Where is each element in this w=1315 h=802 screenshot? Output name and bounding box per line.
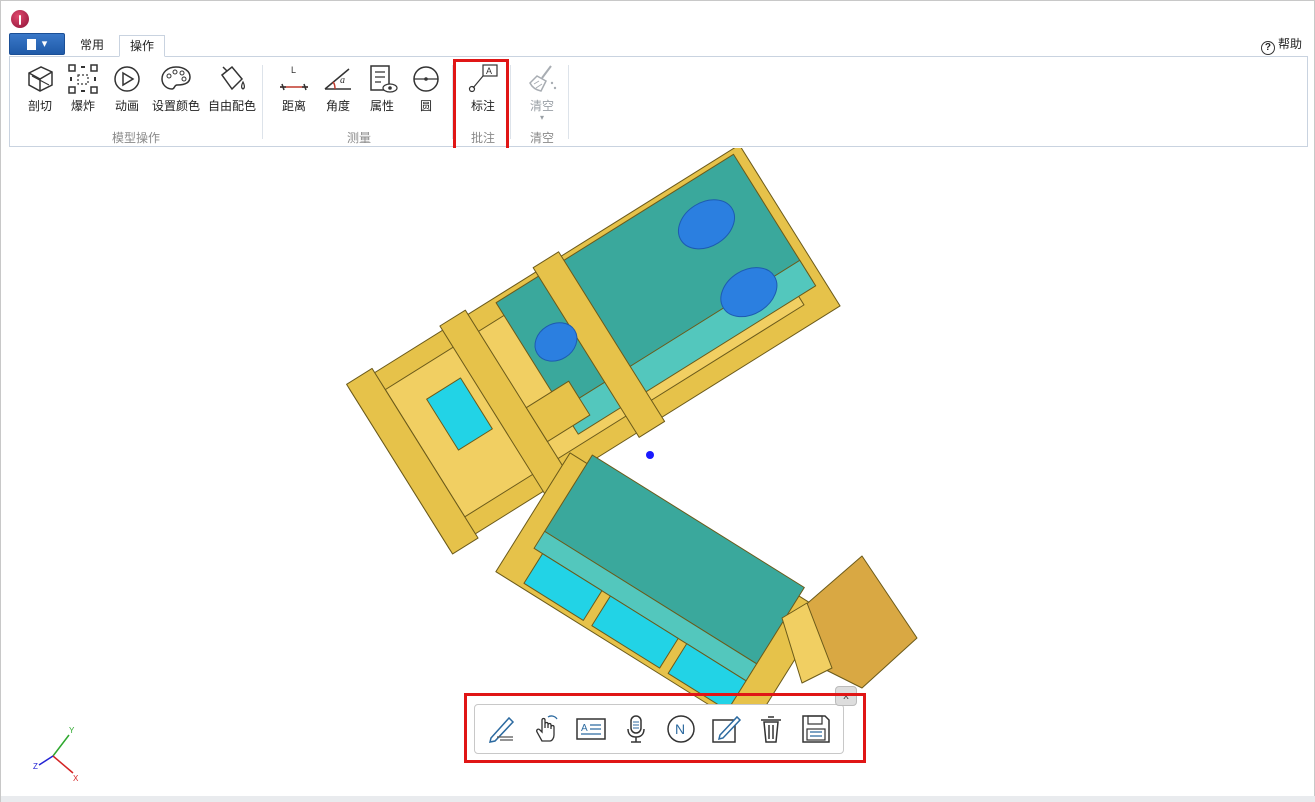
animation-play-icon [114,66,140,92]
title-bar [1,1,1314,31]
distance-label: 距离 [281,99,306,113]
set-color-button[interactable]: 设置颜色 [150,61,202,117]
explode-icon [68,64,98,94]
ribbon-separator [510,65,511,139]
circle-button[interactable]: 圆 [406,61,446,117]
dropdown-arrow-icon: ▾ [41,38,48,50]
explode-label: 爆炸 [70,99,95,113]
annotation-icon: A [468,64,498,93]
ribbon-separator [568,65,569,139]
group-label-clear: 清空 [529,131,554,145]
help-button[interactable]: ? 帮助 [1260,34,1302,55]
ribbon-separator [262,65,263,139]
edit-pencil-icon[interactable] [710,713,742,745]
3d-model[interactable] [2,148,1313,796]
annotation-label: 标注 [470,99,495,113]
section-cut-icon [28,66,53,92]
properties-icon [370,65,398,93]
ribbon-separator [452,65,453,139]
status-strip [1,796,1315,802]
angle-label: 角度 [325,99,350,113]
group-clear: 清空 ▾ 清空 [518,57,566,146]
delete-trash-icon[interactable] [755,713,787,745]
svg-text:A: A [486,66,492,76]
tab-row: ▾ 常用 操作 ? 帮助 [1,31,1314,57]
tab-operations[interactable]: 操作 [119,35,165,57]
svg-text:a: a [340,75,345,86]
angle-button[interactable]: a 角度 [318,61,358,117]
text-note-icon[interactable]: A [575,713,607,745]
animation-button[interactable]: 动画 [107,61,147,117]
section-cut-button[interactable]: 剖切 [20,61,60,117]
animation-label: 动画 [114,99,139,113]
axis-label-y: Y [69,726,75,735]
application-window: ▾ 常用 操作 ? 帮助 剖切 爆炸 动画 设置颜色 自由配色 模型操作 L 距… [0,0,1315,802]
set-color-label: 设置颜色 [151,99,200,113]
3d-viewport[interactable] [2,148,1313,796]
explode-button[interactable]: 爆炸 [63,61,103,117]
angle-measure-icon: a [324,68,351,90]
section-cut-label: 剖切 [27,99,52,113]
annotation-toolbar: A N [474,704,844,754]
group-label-model-operations: 模型操作 [111,131,160,145]
circle-label: 圆 [419,99,432,113]
axis-label-z: Z [33,762,38,771]
clear-button[interactable]: 清空 ▾ [521,61,563,122]
pen-draw-icon[interactable] [485,713,517,745]
file-menu-icon [26,38,36,50]
note-n-icon[interactable]: N [665,713,697,745]
svg-text:N: N [675,721,685,737]
tab-common[interactable]: 常用 [71,35,113,57]
clear-label: 清空 [529,99,554,113]
axis-label-x: X [73,774,79,783]
free-color-button[interactable]: 自由配色 [205,61,259,117]
annotation-button[interactable]: A 标注 [461,61,505,117]
axis-triad-icon: Y X Z [33,726,79,783]
microphone-icon[interactable] [620,713,652,745]
dropdown-arrow-icon: ▾ [539,113,544,122]
properties-button[interactable]: 属性 [362,61,402,117]
broom-icon [529,65,557,92]
group-label-measure: 测量 [346,131,371,145]
properties-label: 属性 [369,99,394,113]
distance-measure-icon: L [280,65,308,91]
group-label-annotation: 批注 [470,131,495,145]
help-label: 帮助 [1277,37,1302,51]
group-model-operations: 剖切 爆炸 动画 设置颜色 自由配色 模型操作 [10,57,262,146]
toolbar-close-button[interactable]: x [835,686,857,706]
svg-text:L: L [291,65,296,75]
file-menu-button[interactable]: ▾ [9,33,65,55]
circle-measure-icon [413,66,439,92]
app-logo-icon [11,10,29,28]
help-icon: ? [1260,41,1275,55]
svg-text:A: A [581,723,588,734]
ribbon-panel: 剖切 爆炸 动画 设置颜色 自由配色 模型操作 L 距离 a 角度 属性 圆 测… [9,56,1308,147]
group-measure: L 距离 a 角度 属性 圆 测量 [268,57,450,146]
hand-drag-icon[interactable] [530,713,562,745]
palette-icon [161,66,191,90]
distance-button[interactable]: L 距离 [274,61,314,117]
free-color-label: 自由配色 [207,99,256,113]
save-disk-icon[interactable] [800,713,832,745]
group-annotation: A 标注 批注 [458,57,508,146]
paint-bucket-icon [220,65,246,91]
